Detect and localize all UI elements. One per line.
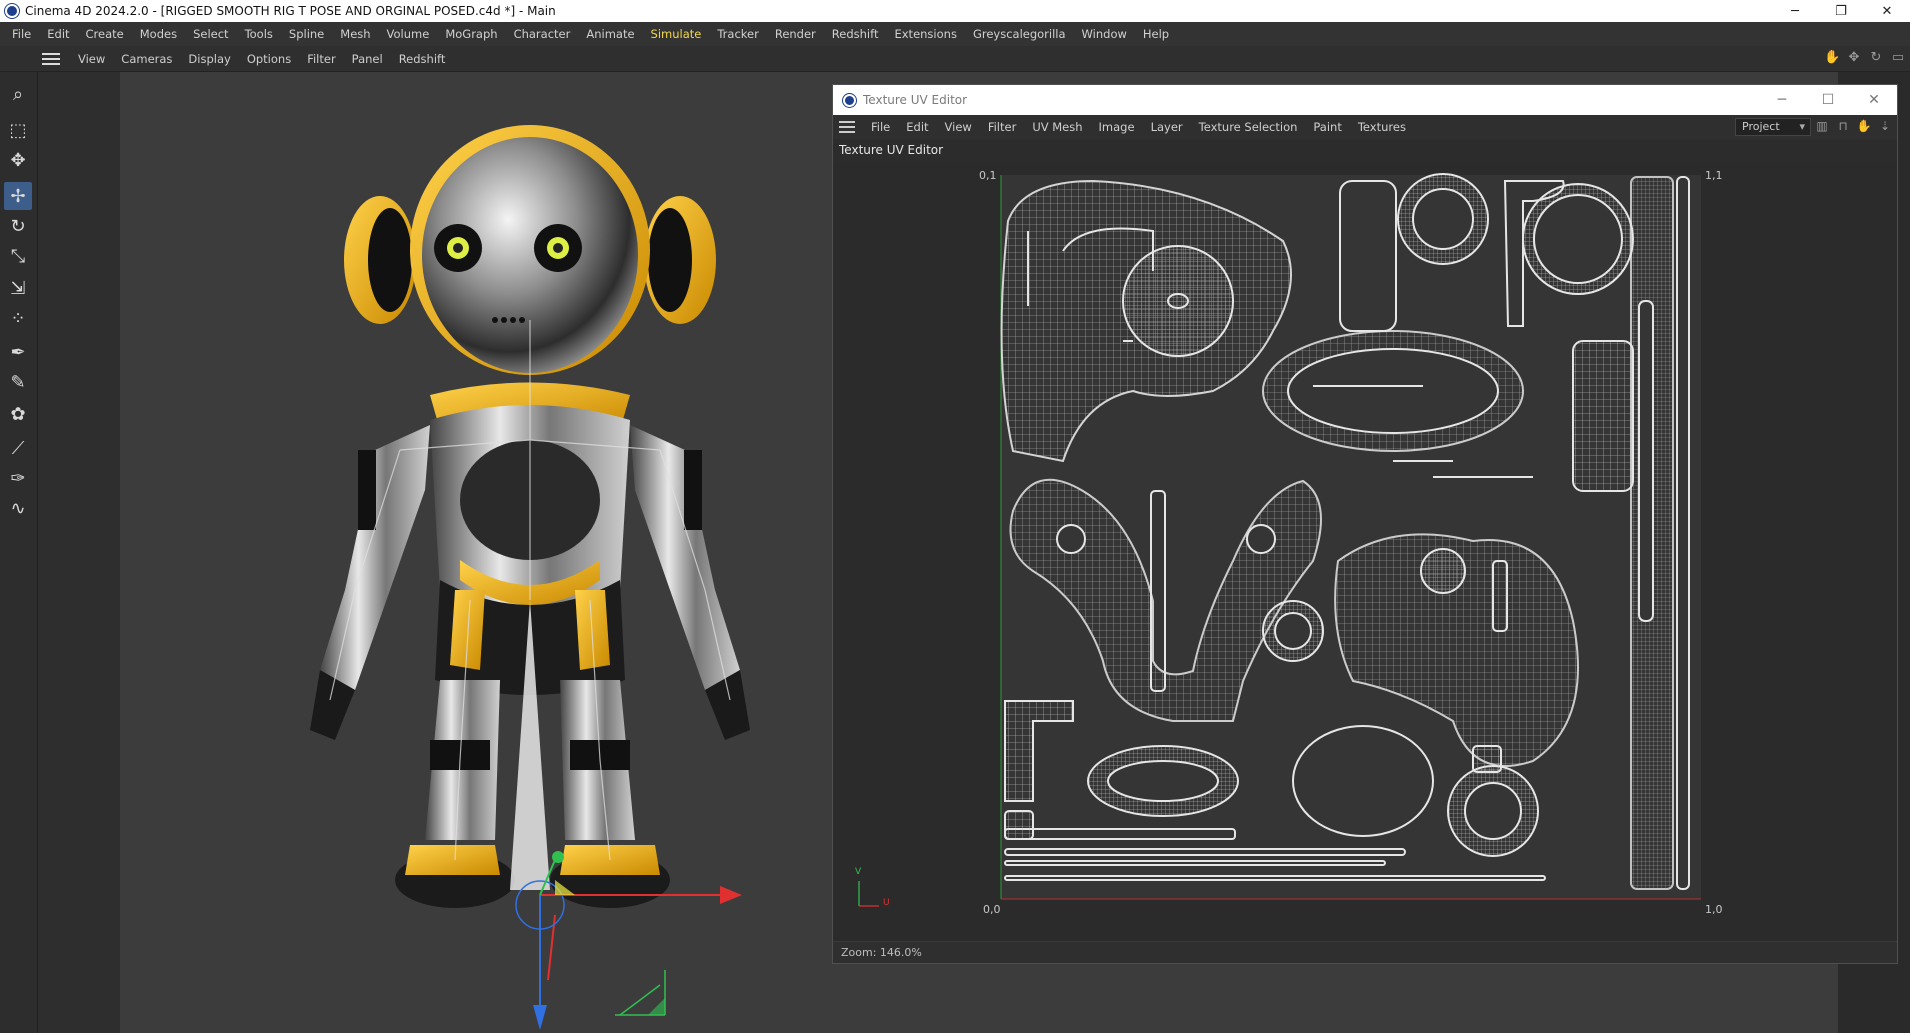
transform-icon[interactable]: ⇲ xyxy=(4,274,32,302)
world-axis-indicator xyxy=(615,970,666,1016)
uv-menu-filter[interactable]: Filter xyxy=(980,120,1024,134)
scale-icon[interactable]: ⤡ xyxy=(4,242,32,270)
bend-icon[interactable]: ∿ xyxy=(4,494,32,522)
maximize-view-icon[interactable]: ▭ xyxy=(1890,50,1906,66)
menu-modes[interactable]: Modes xyxy=(132,27,185,41)
menu-help[interactable]: Help xyxy=(1135,27,1177,41)
menu-character[interactable]: Character xyxy=(506,27,579,41)
window-controls: ─ ❐ ✕ xyxy=(1772,0,1910,22)
knife-icon[interactable]: ✑ xyxy=(4,464,32,492)
minimize-button[interactable]: ─ xyxy=(1772,0,1818,22)
live-selection-icon[interactable]: ✥ xyxy=(4,146,32,174)
viewport-menu-options[interactable]: Options xyxy=(239,52,299,66)
window-title: Cinema 4D 2024.2.0 - [RIGGED SMOOTH RIG … xyxy=(25,4,556,18)
spline-pen-icon[interactable]: ✒ xyxy=(4,338,32,366)
uv-axis-v-label: V xyxy=(855,867,862,877)
menu-render[interactable]: Render xyxy=(767,27,824,41)
move-icon[interactable]: ✢ xyxy=(4,182,32,210)
uv-panel-title: Texture UV Editor xyxy=(839,143,944,157)
menu-volume[interactable]: Volume xyxy=(379,27,438,41)
pan-hand-icon[interactable]: ✋ xyxy=(1856,119,1872,135)
viewport-hamburger-icon[interactable] xyxy=(42,52,60,65)
uv-editor-menu-bar: File Edit View Filter UV Mesh Image Layer Textu… xyxy=(833,115,1897,139)
viewport-menu-view[interactable]: View xyxy=(70,52,113,66)
menu-mesh[interactable]: Mesh xyxy=(332,27,378,41)
menu-create[interactable]: Create xyxy=(78,27,132,41)
uv-window-controls: ─ ☐ ✕ xyxy=(1759,85,1897,115)
rotate-view-icon[interactable]: ↻ xyxy=(1868,50,1884,66)
uv-close-button[interactable]: ✕ xyxy=(1851,85,1897,115)
uv-corner-bottom-left: 0,0 xyxy=(983,903,1001,916)
main-menu-bar: File Edit Create Modes Select Tools Spline Mesh… xyxy=(0,22,1910,46)
menu-file[interactable]: File xyxy=(4,27,39,41)
uv-menu-layer[interactable]: Layer xyxy=(1143,120,1191,134)
cinema4d-logo-icon xyxy=(5,4,19,18)
uv-maximize-button[interactable]: ☐ xyxy=(1805,85,1851,115)
uv-status-bar: Zoom: 146.0% xyxy=(833,941,1897,963)
uv-nav-icons: ▥ ⊓ ✋ ⇣ xyxy=(1814,119,1893,135)
viewport-menu-display[interactable]: Display xyxy=(180,52,238,66)
uv-corner-bottom-right: 1,0 xyxy=(1705,903,1723,916)
viewport-menu-bar: View Cameras Display Options Filter Panel Reds… xyxy=(0,46,1910,72)
uv-menu-edit[interactable]: Edit xyxy=(898,120,936,134)
uv-menu-file[interactable]: File xyxy=(863,120,898,134)
uv-menu-paint[interactable]: Paint xyxy=(1305,120,1349,134)
menu-tracker[interactable]: Tracker xyxy=(709,27,767,41)
restore-button[interactable]: ❐ xyxy=(1818,0,1864,22)
uv-canvas[interactable]: 0,1 1,1 0,0 1,0 V U xyxy=(833,161,1897,941)
search-icon[interactable]: ⌕ xyxy=(4,80,32,108)
viewport-menu-redshift[interactable]: Redshift xyxy=(391,52,454,66)
polygon-pen-icon[interactable]: ✿ xyxy=(4,400,32,428)
uv-menu-uv-mesh[interactable]: UV Mesh xyxy=(1024,120,1090,134)
uv-layout[interactable] xyxy=(833,161,1897,941)
close-button[interactable]: ✕ xyxy=(1864,0,1910,22)
viewport-menu-panel[interactable]: Panel xyxy=(344,52,391,66)
menu-select[interactable]: Select xyxy=(185,27,236,41)
move-view-icon[interactable]: ✥ xyxy=(1846,50,1862,66)
pan-hand-icon[interactable]: ✋ xyxy=(1824,50,1840,66)
selection-icon[interactable]: ⬚ xyxy=(4,116,32,144)
zoom-view-icon[interactable]: ⇣ xyxy=(1877,119,1893,135)
lock-icon[interactable]: ⊓ xyxy=(1835,119,1851,135)
menu-animate[interactable]: Animate xyxy=(578,27,642,41)
brush-icon[interactable]: ⟋ xyxy=(4,434,32,462)
uv-corner-top-left: 0,1 xyxy=(979,169,997,182)
menu-mograph[interactable]: MoGraph xyxy=(437,27,505,41)
viewport-safe-frame-left xyxy=(38,72,120,1033)
uv-minimize-button[interactable]: ─ xyxy=(1759,85,1805,115)
viewport-menu-filter[interactable]: Filter xyxy=(299,52,343,66)
menu-extensions[interactable]: Extensions xyxy=(886,27,964,41)
app-title-bar: Cinema 4D 2024.2.0 - [RIGGED SMOOTH RIG … xyxy=(0,0,1910,22)
paint-icon[interactable]: ✎ xyxy=(4,368,32,396)
viewport-menu-cameras[interactable]: Cameras xyxy=(113,52,180,66)
uv-menu-view[interactable]: View xyxy=(937,120,980,134)
viewport-nav-icons: ✋ ✥ ↻ ▭ xyxy=(1824,50,1906,66)
uv-menu-texture-selection[interactable]: Texture Selection xyxy=(1191,120,1306,134)
uv-editor-title-bar: Texture UV Editor ─ ☐ ✕ xyxy=(833,85,1897,115)
uv-menu-textures[interactable]: Textures xyxy=(1350,120,1414,134)
menu-greyscalegorilla[interactable]: Greyscalegorilla xyxy=(965,27,1074,41)
menu-tools[interactable]: Tools xyxy=(237,27,281,41)
texture-uv-editor-window[interactable]: Texture UV Editor ─ ☐ ✕ File Edit View Filt… xyxy=(832,84,1898,964)
menu-spline[interactable]: Spline xyxy=(281,27,332,41)
uv-corner-top-right: 1,1 xyxy=(1705,169,1723,182)
project-dropdown[interactable]: Project xyxy=(1735,118,1811,136)
cinema4d-logo-icon xyxy=(843,93,856,107)
menu-redshift[interactable]: Redshift xyxy=(824,27,887,41)
uv-editor-window-title: Texture UV Editor xyxy=(863,93,968,107)
uv-menu-image[interactable]: Image xyxy=(1091,120,1143,134)
uv-hamburger-icon[interactable] xyxy=(839,121,855,133)
histogram-icon[interactable]: ▥ xyxy=(1814,119,1830,135)
rotate-icon[interactable]: ↻ xyxy=(4,212,32,240)
menu-simulate[interactable]: Simulate xyxy=(643,27,710,41)
uv-axis-u-label: U xyxy=(883,898,890,908)
menu-edit[interactable]: Edit xyxy=(39,27,77,41)
points-icon[interactable]: ⁘ xyxy=(4,304,32,332)
menu-window[interactable]: Window xyxy=(1074,27,1135,41)
left-toolbar: ⌕ ⬚ ✥ ✢ ↻ ⤡ ⇲ ⁘ ✒ ✎ ✿ ⟋ ✑ ∿ xyxy=(0,72,38,1033)
